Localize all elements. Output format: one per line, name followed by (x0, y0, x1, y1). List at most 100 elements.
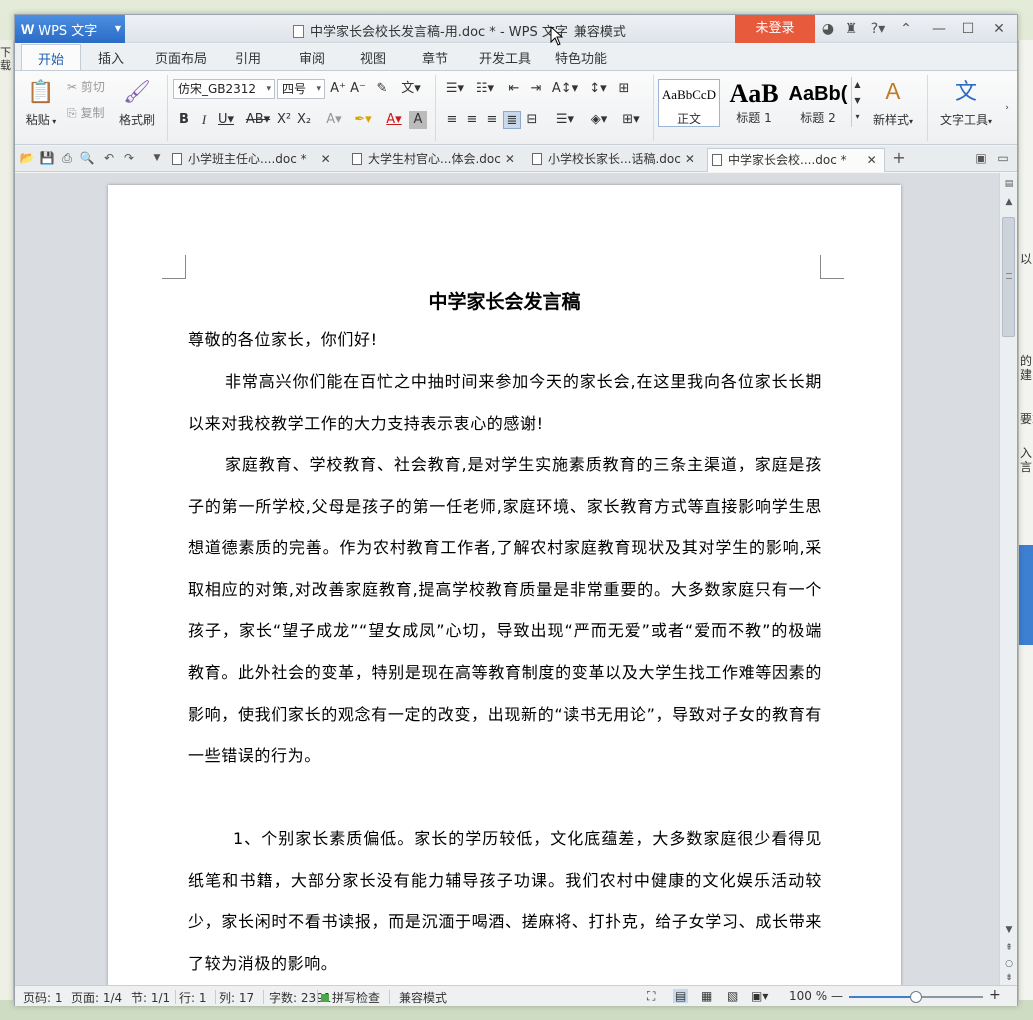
minimize-icon[interactable]: — (929, 19, 949, 39)
format-painter-button[interactable]: 🖌 格式刷 (115, 79, 159, 128)
superscript-icon[interactable]: X² (275, 111, 293, 129)
clear-format-icon[interactable]: ✎ (373, 80, 391, 98)
customize-toolbar-icon[interactable]: ▼ (149, 150, 165, 166)
ribbon-more-icon[interactable]: › (1001, 99, 1013, 117)
scroll-up-icon[interactable]: ▲ (1002, 195, 1016, 209)
line-spacing-icon[interactable]: ☰▾ (551, 111, 579, 129)
section-info[interactable]: 节: 1/1 (131, 989, 170, 1006)
save-icon[interactable]: 💾 (39, 150, 55, 166)
tab-home[interactable]: 开始 (21, 44, 82, 71)
justify-icon[interactable]: ≣ (503, 111, 521, 129)
app-menu-button[interactable]: W WPS 文字 ▼ (15, 15, 125, 43)
reading-view-icon[interactable]: ▣▾ (751, 989, 768, 1003)
align-right-icon[interactable]: ≡ (483, 111, 501, 129)
numbered-list-icon[interactable]: ☷▾ (471, 80, 499, 98)
page-view-icon[interactable]: ▤ (673, 989, 689, 1003)
font-color-icon[interactable]: A▾ (381, 111, 407, 129)
doc-tab-active[interactable]: 中学家长会校....doc * ✕ (707, 148, 885, 172)
print-preview-icon[interactable]: 🔍 (79, 150, 95, 166)
close-icon[interactable]: ✕ (989, 19, 1009, 39)
close-tab-icon[interactable]: ✕ (867, 149, 877, 171)
redo-icon[interactable]: ↷ (121, 150, 137, 166)
tab-developer[interactable]: 开发工具 (479, 48, 531, 67)
tab-chapter[interactable]: 章节 (422, 48, 448, 67)
style-scroll-icon[interactable]: ▲ ▼ ▾ (851, 77, 863, 127)
tab-view[interactable]: 视图 (360, 48, 386, 67)
style-normal[interactable]: AaBbCcD 正文 (658, 79, 720, 127)
shading-icon[interactable]: ◈▾ (585, 111, 613, 129)
page-number[interactable]: 页码: 1 (23, 989, 63, 1006)
minimize-doc-icon[interactable]: ▭ (995, 150, 1011, 166)
select-browse-icon[interactable]: ○ (1002, 957, 1016, 971)
decrease-indent-icon[interactable]: ⇤ (505, 80, 523, 98)
shirt-icon[interactable]: ♜ (841, 19, 861, 39)
row-info[interactable]: 行: 1 (179, 989, 207, 1006)
close-tab-icon[interactable]: ✕ (321, 148, 331, 170)
undo-icon[interactable]: ↶ (101, 150, 117, 166)
char-shading-icon[interactable]: A (409, 111, 427, 129)
tab-references[interactable]: 引用 (235, 48, 261, 67)
vertical-scrollbar[interactable]: ▤ ▲ ▼ ⇞ ○ ⇟ (999, 173, 1017, 985)
document-page[interactable]: 中学家长会发言稿 尊敬的各位家长，你们好! 非常高兴你们能在百忙之中抽时间来参加… (108, 185, 901, 985)
close-tab-icon[interactable]: ✕ (685, 148, 695, 170)
style-heading-1[interactable]: AaB 标题 1 (723, 79, 785, 127)
zoom-out-icon[interactable]: — (831, 989, 843, 1003)
sort-icon[interactable]: ↕▾ (585, 80, 611, 98)
text-effect-icon[interactable]: A▾ (321, 111, 347, 129)
phonetic-guide-icon[interactable]: 文▾ (397, 80, 425, 98)
bold-icon[interactable]: B (175, 111, 193, 129)
scrollbar-thumb[interactable] (1002, 217, 1015, 337)
zoom-slider-thumb[interactable] (910, 991, 922, 1003)
doc-tab[interactable]: 小学班主任心....doc * ✕ (168, 148, 348, 172)
tab-list-icon[interactable]: ▣ (973, 150, 989, 166)
scroll-down-icon[interactable]: ▼ (1002, 923, 1016, 937)
collapse-ribbon-icon[interactable]: ⌃ (896, 19, 916, 39)
table-border-icon[interactable]: ⊞ (615, 80, 633, 98)
tab-review[interactable]: 审阅 (299, 48, 325, 67)
font-size-select[interactable]: 四号 (277, 79, 325, 99)
tab-page-layout[interactable]: 页面布局 (155, 48, 207, 67)
doc-tab[interactable]: 大学生村官心...体会.doc ✕ (348, 148, 526, 172)
distributed-align-icon[interactable]: ⊟ (523, 111, 541, 129)
close-tab-icon[interactable]: ✕ (505, 148, 515, 170)
web-view-icon[interactable]: ▧ (727, 989, 738, 1003)
fullscreen-icon[interactable]: ⛶ (647, 989, 655, 1004)
tab-special[interactable]: 特色功能 (555, 48, 607, 67)
page-count[interactable]: 页面: 1/4 (71, 989, 122, 1006)
paste-button[interactable]: 📋 粘贴 ▾ (21, 79, 61, 128)
border-icon[interactable]: ⊞▾ (617, 111, 645, 129)
increase-indent-icon[interactable]: ⇥ (527, 80, 545, 98)
zoom-in-icon[interactable]: + (989, 987, 1001, 1003)
prev-page-icon[interactable]: ⇞ (1002, 941, 1016, 955)
tab-insert[interactable]: 插入 (98, 48, 124, 67)
next-page-icon[interactable]: ⇟ (1002, 971, 1016, 985)
spell-check-toggle[interactable]: 拼写检查 (321, 989, 380, 1006)
new-tab-icon[interactable]: + (891, 150, 907, 166)
doc-tab[interactable]: 小学校长家长...话稿.doc ✕ (528, 148, 706, 172)
skin-icon[interactable]: ◕ (818, 19, 838, 39)
subscript-icon[interactable]: X₂ (295, 111, 313, 129)
zoom-slider[interactable] (849, 991, 983, 1003)
copy-button[interactable]: ⎘ 复制 (67, 103, 104, 123)
align-left-icon[interactable]: ≡ (443, 111, 461, 129)
help-icon[interactable]: ?▾ (865, 19, 891, 39)
maximize-icon[interactable]: ☐ (958, 19, 978, 39)
style-heading-2[interactable]: AaBb( 标题 2 (787, 79, 849, 127)
print-icon[interactable]: ⎙ (59, 150, 75, 166)
zoom-level[interactable]: 100 % (789, 989, 827, 1003)
bullet-list-icon[interactable]: ☰▾ (441, 80, 469, 98)
underline-icon[interactable]: U▾ (213, 111, 239, 129)
grow-font-icon[interactable]: A⁺ (329, 80, 347, 98)
italic-icon[interactable]: I (195, 111, 213, 129)
outline-view-icon[interactable]: ▦ (701, 989, 712, 1003)
strikethrough-icon[interactable]: AB▾ (243, 111, 273, 129)
ruler-toggle-icon[interactable]: ▤ (1002, 177, 1016, 191)
column-info[interactable]: 列: 17 (219, 989, 254, 1006)
cut-button[interactable]: ✂ 剪切 (67, 77, 105, 97)
chinese-layout-icon[interactable]: A↕▾ (551, 80, 579, 98)
highlight-icon[interactable]: ✒▾ (349, 111, 377, 129)
shrink-font-icon[interactable]: A⁻ (349, 80, 367, 98)
text-tools-button[interactable]: 文 文字工具▾ (933, 79, 999, 128)
font-family-select[interactable]: 仿宋_GB2312 (173, 79, 275, 99)
open-icon[interactable]: 📂 (19, 150, 35, 166)
